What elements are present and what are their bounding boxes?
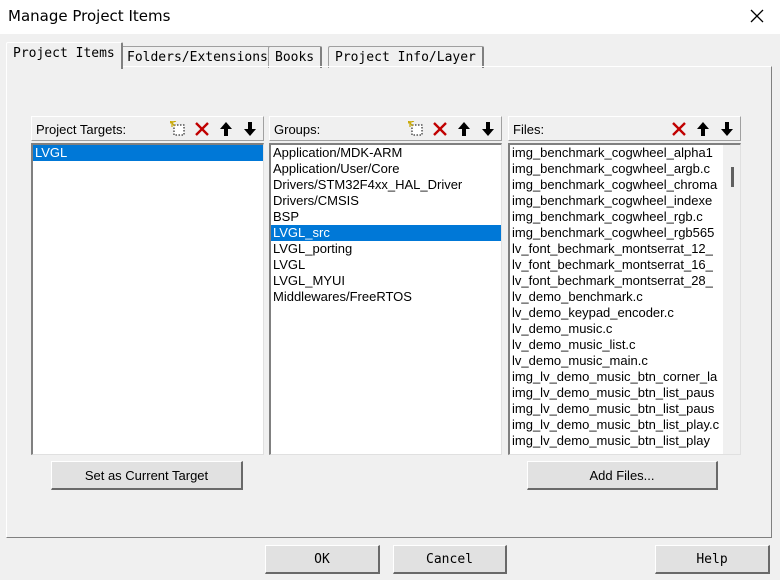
new-item-icon <box>408 121 423 136</box>
list-item[interactable]: lv_font_bechmark_montserrat_16_ <box>510 257 723 273</box>
list-item[interactable]: lv_font_bechmark_montserrat_28_ <box>510 273 723 289</box>
list-item[interactable]: img_lv_demo_music_btn_list_paus <box>510 401 723 417</box>
targets-list[interactable]: LVGL <box>31 143 264 455</box>
delete-icon <box>672 121 686 136</box>
new-group-button[interactable] <box>405 119 427 138</box>
list-item[interactable]: img_benchmark_cogwheel_indexe <box>510 193 723 209</box>
arrow-up-icon <box>458 121 470 136</box>
tab-project-items[interactable]: Project Items <box>6 42 123 69</box>
tab-project-info-layer[interactable]: Project Info/Layer <box>328 46 484 68</box>
files-list[interactable]: img_benchmark_cogwheel_alpha1 img_benchm… <box>508 143 741 455</box>
list-item[interactable]: img_benchmark_cogwheel_alpha1 <box>510 145 723 161</box>
delete-group-button[interactable] <box>429 119 451 138</box>
list-item[interactable]: LVGL_MYUI <box>271 273 501 289</box>
groups-header: Groups: <box>269 116 502 141</box>
ok-button[interactable]: OK <box>265 545 380 574</box>
list-item[interactable]: img_lv_demo_music_btn_list_paus <box>510 385 723 401</box>
window-title: Manage Project Items <box>8 7 171 25</box>
list-item[interactable]: lv_font_bechmark_montserrat_12_ <box>510 241 723 257</box>
files-list-viewport: img_benchmark_cogwheel_alpha1 img_benchm… <box>510 145 723 454</box>
targets-header: Project Targets: <box>31 116 264 141</box>
add-files-button[interactable]: Add Files... <box>527 461 718 490</box>
close-button[interactable] <box>740 1 774 31</box>
move-target-up-button[interactable] <box>215 119 237 138</box>
new-target-button[interactable] <box>167 119 189 138</box>
delete-file-button[interactable] <box>668 119 690 138</box>
arrow-down-icon <box>244 121 256 136</box>
list-item[interactable]: img_benchmark_cogwheel_rgb.c <box>510 209 723 225</box>
delete-icon <box>433 121 447 136</box>
list-item[interactable]: img_benchmark_cogwheel_chroma <box>510 177 723 193</box>
list-item[interactable]: img_benchmark_cogwheel_argb.c <box>510 161 723 177</box>
set-current-target-button[interactable]: Set as Current Target <box>51 461 243 490</box>
list-item[interactable]: LVGL <box>271 257 501 273</box>
tab-books[interactable]: Books <box>268 46 323 68</box>
list-item[interactable]: LVGL_src <box>271 225 501 241</box>
list-item[interactable]: lv_demo_keypad_encoder.c <box>510 305 723 321</box>
files-scrollbar-thumb[interactable] <box>731 167 734 187</box>
cancel-button[interactable]: Cancel <box>393 545 507 574</box>
new-item-icon <box>170 121 185 136</box>
move-file-up-button[interactable] <box>692 119 714 138</box>
move-group-down-button[interactable] <box>477 119 499 138</box>
list-item[interactable]: lv_demo_benchmark.c <box>510 289 723 305</box>
list-item[interactable]: img_lv_demo_music_btn_corner_la <box>510 369 723 385</box>
title-bar: Manage Project Items <box>0 0 780 34</box>
list-item[interactable]: lv_demo_music_main.c <box>510 353 723 369</box>
files-label: Files: <box>513 122 545 137</box>
list-item[interactable]: LVGL <box>33 145 263 161</box>
list-item[interactable]: lv_demo_music_list.c <box>510 337 723 353</box>
list-item[interactable]: Middlewares/FreeRTOS <box>271 289 501 305</box>
delete-target-button[interactable] <box>191 119 213 138</box>
list-item[interactable]: Application/User/Core <box>271 161 501 177</box>
arrow-up-icon <box>220 121 232 136</box>
arrow-down-icon <box>721 121 733 136</box>
files-header: Files: <box>508 116 741 141</box>
list-item[interactable]: BSP <box>271 209 501 225</box>
list-item[interactable]: LVGL_porting <box>271 241 501 257</box>
close-icon <box>750 9 764 23</box>
help-button[interactable]: Help <box>655 545 770 574</box>
move-file-down-button[interactable] <box>716 119 738 138</box>
list-item[interactable]: lv_demo_music.c <box>510 321 723 337</box>
list-item[interactable]: Drivers/STM32F4xx_HAL_Driver <box>271 177 501 193</box>
list-item[interactable]: img_benchmark_cogwheel_rgb565 <box>510 225 723 241</box>
move-group-up-button[interactable] <box>453 119 475 138</box>
list-item[interactable]: img_lv_demo_music_btn_list_play <box>510 433 723 449</box>
groups-list[interactable]: Application/MDK-ARM Application/User/Cor… <box>269 143 502 455</box>
groups-label: Groups: <box>274 122 321 137</box>
tab-folders-extensions[interactable]: Folders/Extensions <box>120 46 276 68</box>
list-item[interactable]: img_lv_demo_music_btn_list_play.c <box>510 417 723 433</box>
list-item[interactable]: Drivers/CMSIS <box>271 193 501 209</box>
arrow-down-icon <box>482 121 494 136</box>
files-scrollbar[interactable] <box>723 145 740 454</box>
targets-label: Project Targets: <box>36 122 127 137</box>
arrow-up-icon <box>697 121 709 136</box>
move-target-down-button[interactable] <box>239 119 261 138</box>
list-item[interactable]: Application/MDK-ARM <box>271 145 501 161</box>
delete-icon <box>195 121 209 136</box>
